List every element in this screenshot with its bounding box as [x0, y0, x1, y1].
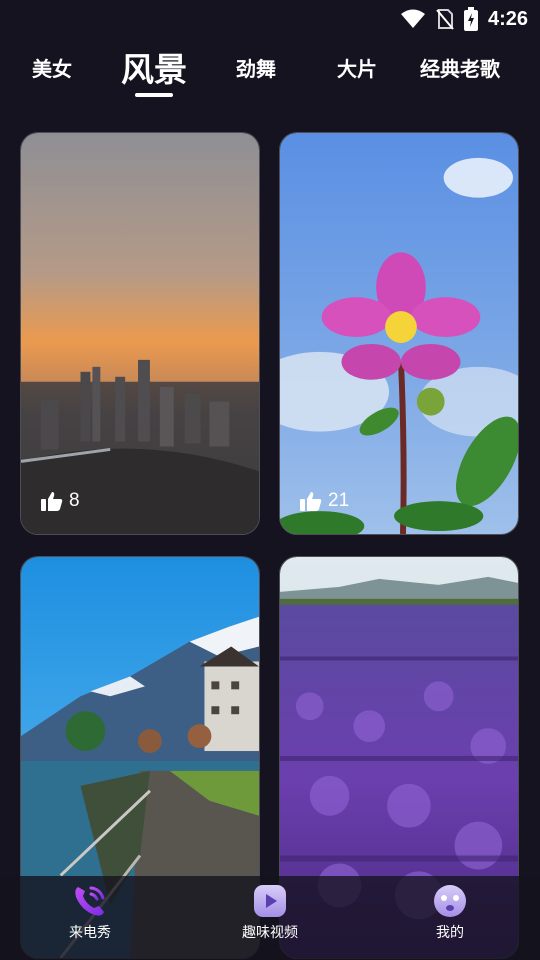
like-count: 21: [300, 490, 349, 512]
nav-label-mine: 我的: [436, 925, 464, 941]
tab-blockbuster[interactable]: 大片: [327, 42, 387, 92]
active-tab-indicator: [135, 93, 173, 97]
bottom-nav: 来电秀 趣味视频 我的: [0, 876, 540, 960]
play-video-icon: [254, 885, 286, 917]
nav-fun-videos[interactable]: 趣味视频: [210, 884, 330, 942]
no-sim-icon: [436, 9, 454, 30]
video-card-flower[interactable]: 21: [279, 132, 519, 535]
city-sunset-thumbnail: [21, 133, 259, 534]
wifi-icon: [400, 9, 425, 28]
status-time: 4:26: [487, 7, 528, 30]
battery-charging-icon: [463, 7, 478, 31]
like-count-value: 8: [69, 490, 80, 511]
tab-beauty[interactable]: 美女: [22, 42, 82, 92]
video-card-city[interactable]: 8: [20, 132, 260, 535]
status-bar: 4:26: [0, 0, 540, 38]
like-count-value: 21: [328, 490, 350, 511]
nav-label-fun-videos: 趣味视频: [242, 925, 298, 941]
tab-classic-songs[interactable]: 经典老歌: [410, 42, 510, 92]
category-tabs: 美女 风景 劲舞 大片 经典老歌: [0, 42, 540, 102]
thumbs-up-icon: [300, 492, 322, 511]
nav-caller-show[interactable]: 来电秀: [30, 884, 150, 942]
flower-thumbnail: [280, 133, 518, 534]
smiley-face-icon: [434, 885, 466, 917]
thumbs-up-icon: [41, 492, 63, 511]
tab-scenery[interactable]: 风景: [114, 42, 194, 92]
nav-label-caller-show: 来电秀: [69, 925, 111, 941]
phone-call-icon: [75, 886, 105, 916]
tab-dance[interactable]: 劲舞: [226, 42, 286, 92]
like-count: 8: [41, 490, 80, 512]
nav-mine[interactable]: 我的: [390, 884, 510, 942]
